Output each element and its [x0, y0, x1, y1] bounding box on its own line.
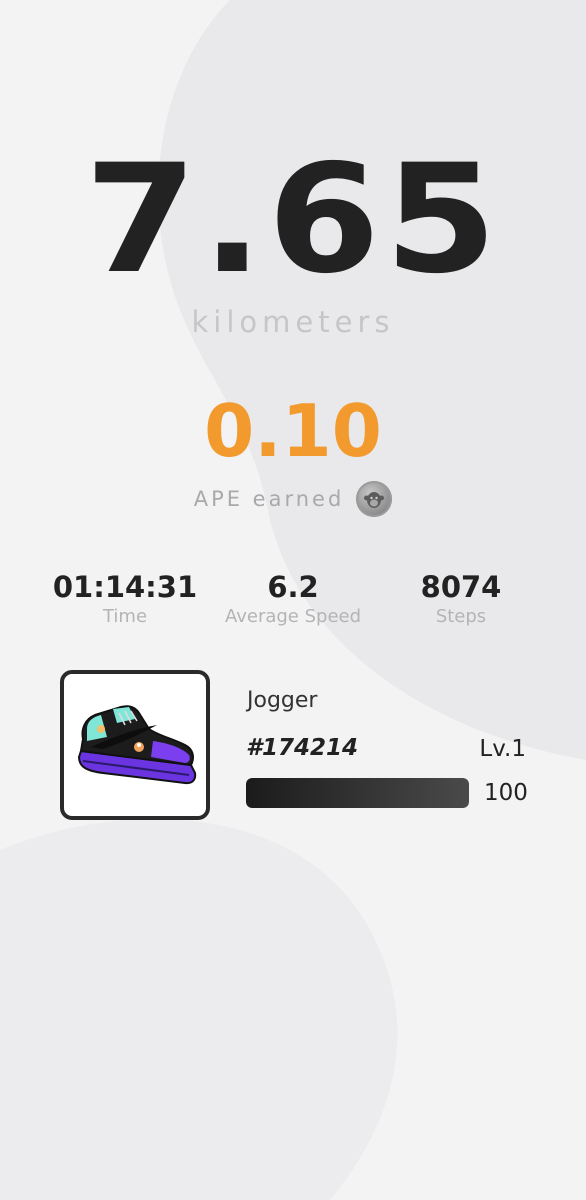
stat-steps-label: Steps: [435, 606, 487, 627]
workout-stats: 01:14:31 Time 6.2 Average Speed 8074 Ste…: [0, 568, 586, 638]
stat-time-value: 01:14:31: [52, 570, 198, 604]
sneaker-progress-bar: [246, 778, 469, 808]
background-wave-top: [158, 0, 586, 760]
distance-value: 7.65: [84, 133, 502, 307]
sneaker-card[interactable]: [60, 670, 210, 820]
stat-steps-value: 8074: [420, 570, 502, 604]
ape-earned-row: APE earned: [0, 481, 586, 517]
sneaker-level: Lv.1: [479, 736, 526, 762]
ape-earned-value: 0.10: [204, 389, 382, 473]
sneaker-progress-value: 100: [484, 780, 528, 806]
ape-coin-icon: [356, 481, 393, 517]
stat-average-speed: 6.2 Average Speed: [198, 568, 388, 628]
stat-average-speed-value: 6.2: [267, 570, 319, 604]
sneaker-name: Jogger: [247, 688, 318, 713]
stat-steps: 8074 Steps: [366, 568, 556, 628]
sneaker-progress-fill: [246, 778, 469, 808]
distance-unit: kilometers: [191, 305, 395, 339]
sneaker-id: #174214: [246, 735, 359, 761]
background-wave-bottom: [0, 819, 398, 1200]
ape-earned-label: APE earned: [193, 487, 345, 511]
stat-time-label: Time: [102, 606, 148, 627]
stat-average-speed-label: Average Speed: [224, 606, 362, 627]
sneaker-image: [77, 705, 197, 785]
stat-time: 01:14:31 Time: [30, 568, 220, 628]
